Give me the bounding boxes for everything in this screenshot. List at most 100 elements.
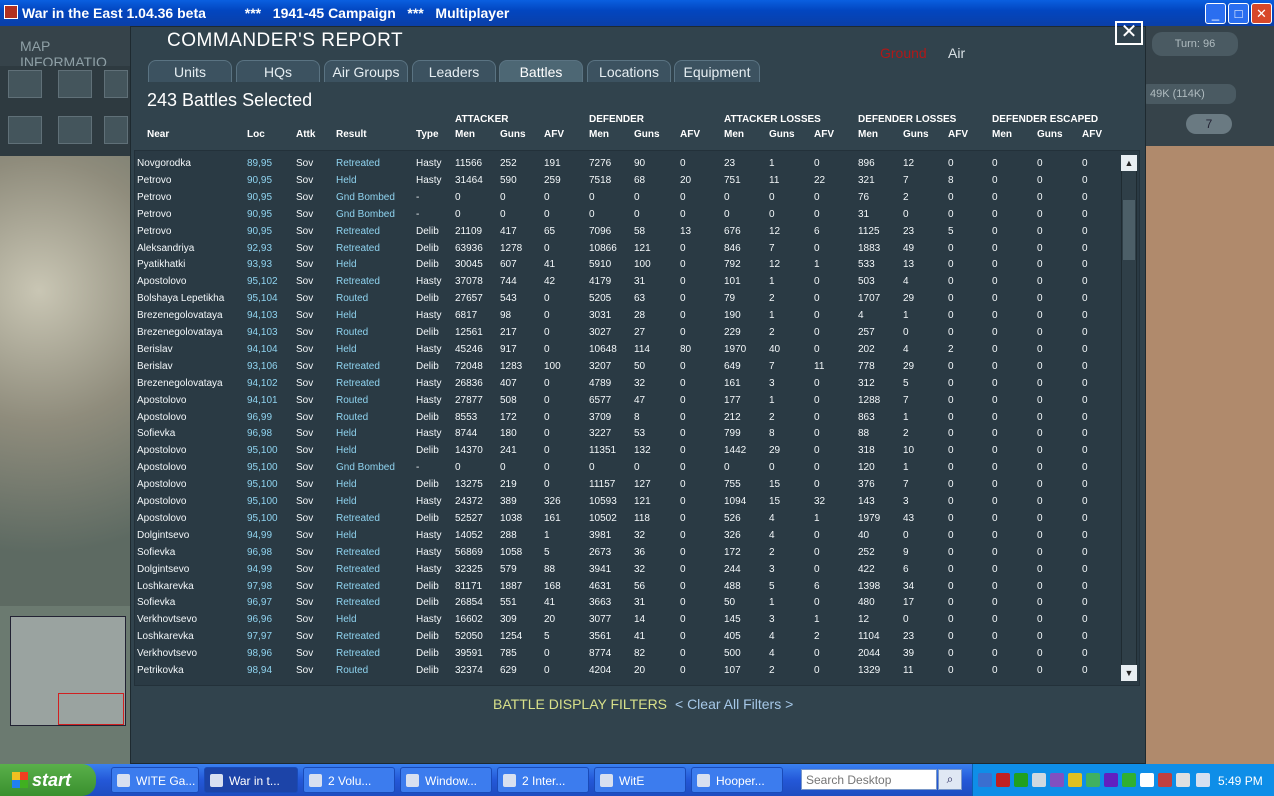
search-icon[interactable]: ⌕ [938,769,962,790]
col-header-attk[interactable]: Attk [296,129,315,140]
table-row[interactable]: Aleksandriya 92,93 Sov Retreated Delib 63936 1… [0,241,1088,258]
stack-icon[interactable] [8,70,42,98]
table-row[interactable]: Petrovo 90,95 Sov Retreated Delib 21109 417 65 7… [0,224,1088,241]
tab-leaders[interactable]: Leaders [412,60,496,82]
table-row[interactable]: Sofievka 96,98 Sov Held Hasty 8744 180 0 3227 53 0… [0,426,1088,443]
tab-equipment[interactable]: Equipment [674,60,760,82]
table-row[interactable]: Apostolovo 95,102 Sov Retreated Hasty 37078 74… [0,274,1088,291]
rail-icon[interactable] [58,116,92,144]
tray-volume-icon[interactable] [1176,773,1190,787]
tray-arrow-icon[interactable] [978,773,992,787]
scroll-down-button[interactable]: ▼ [1121,665,1137,681]
taskbar-item-war-in-the-east[interactable]: War in t... [204,767,298,793]
table-row[interactable]: Petrovo 90,95 Sov Gnd Bombed - 0 0 0 0 0 0 0 0 0 76 2 0 0… [0,190,1088,207]
col-header-def-afv[interactable]: AFV [680,129,700,140]
col-header-loc[interactable]: Loc [247,129,265,140]
col-header-defloss-afv[interactable]: AFV [948,129,968,140]
table-row[interactable]: Loshkarevka 97,98 Sov Retreated Delib 81171 18… [0,579,1088,596]
table-row[interactable]: Brezenegolovataya 94,103 Sov Held Hasty 6817 9… [0,308,1088,325]
table-row[interactable]: Apostolovo 95,100 Sov Gnd Bombed - 0 0 0 0 0 0 0 0 0 1… [0,460,1088,477]
search-desktop-input[interactable] [801,769,937,790]
table-row[interactable]: Berislav 94,104 Sov Held Hasty 45246 917 0 10648… [0,342,1088,359]
ship-icon[interactable] [104,116,128,144]
col-header-attloss-afv[interactable]: AFV [814,129,834,140]
tray-shield-icon[interactable] [1068,773,1082,787]
tab-locations[interactable]: Locations [587,60,671,82]
tray-app-icon[interactable] [1158,773,1172,787]
col-header-def-guns[interactable]: Guns [634,129,660,140]
window-close-button[interactable]: ✕ [1251,3,1272,24]
tray-gmail-icon[interactable] [1140,773,1154,787]
taskbar-item-internet[interactable]: 2 Inter... [497,767,589,793]
air-toggle[interactable]: Air [948,45,965,61]
table-row[interactable]: Verkhovtsevo 98,96 Sov Retreated Delib 39591 7… [0,646,1088,663]
col-header-near[interactable]: Near [147,129,169,140]
table-row[interactable]: Brezenegolovataya 94,102 Sov Retreated Hasty… [0,376,1088,393]
table-row[interactable]: Berislav 93,106 Sov Retreated Delib 72048 1283… [0,359,1088,376]
tab-hqs[interactable]: HQs [236,60,320,82]
col-header-defloss-guns[interactable]: Guns [903,129,929,140]
table-row[interactable]: Apostolovo 95,100 Sov Held Delib 13275 219 0 111… [0,477,1088,494]
table-row[interactable]: Petrovo 90,95 Sov Gnd Bombed - 0 0 0 0 0 0 0 0 0 31 0 0 0… [0,207,1088,224]
tray-app-icon[interactable] [1050,773,1064,787]
table-row[interactable]: Brezenegolovataya 94,103 Sov Routed Delib 125… [0,325,1088,342]
minimize-button[interactable]: _ [1205,3,1226,24]
col-header-att-men[interactable]: Men [455,129,475,140]
table-row[interactable]: Petrovo 90,95 Sov Held Hasty 31464 590 259 7518 6… [0,173,1088,190]
minimap-viewport[interactable] [58,693,124,725]
units-icon[interactable] [58,70,92,98]
table-row[interactable]: Apostolovo 95,100 Sov Retreated Delib 52527 10… [0,511,1088,528]
table-row[interactable]: Bolshaya Lepetikha 95,104 Sov Routed Delib 27… [0,291,1088,308]
gear-icon[interactable] [104,70,128,98]
tray-app-icon[interactable] [1122,773,1136,787]
battle-display-filters-link[interactable]: BATTLE DISPLAY FILTERS [493,696,667,712]
col-header-att-afv[interactable]: AFV [544,129,564,140]
tab-battles[interactable]: Battles [499,60,583,82]
table-row[interactable]: Apostolovo 96,99 Sov Routed Delib 8553 172 0 370… [0,410,1088,427]
col-header-esc-guns[interactable]: Guns [1037,129,1063,140]
table-row[interactable]: Dolgintsevo 94,99 Sov Held Hasty 14052 288 1 398… [0,528,1088,545]
col-header-esc-men[interactable]: Men [992,129,1012,140]
col-header-def-men[interactable]: Men [589,129,609,140]
scroll-up-button[interactable]: ▲ [1121,155,1137,171]
maximize-button[interactable]: □ [1228,3,1249,24]
ground-toggle[interactable]: Ground [880,45,927,61]
col-header-defloss-men[interactable]: Men [858,129,878,140]
tray-app-icon[interactable] [1086,773,1100,787]
taskbar-item-windows[interactable]: Window... [400,767,492,793]
tray-network-icon[interactable] [1032,773,1046,787]
col-header-esc-afv[interactable]: AFV [1082,129,1102,140]
col-header-attloss-men[interactable]: Men [724,129,744,140]
table-row[interactable]: Apostolovo 94,101 Sov Routed Hasty 27877 508 0 6… [0,393,1088,410]
table-row[interactable]: Sofievka 96,97 Sov Retreated Delib 26854 551 41… [0,595,1088,612]
tray-app-icon[interactable] [996,773,1010,787]
tray-app-icon[interactable] [1014,773,1028,787]
table-row[interactable]: Verkhovtsevo 96,96 Sov Held Hasty 16602 309 20 3… [0,612,1088,629]
table-row[interactable]: Sofievka 96,98 Sov Retreated Hasty 56869 1058 5… [0,545,1088,562]
table-row[interactable]: Novgorodka 89,95 Sov Retreated Hasty 11566 252… [0,156,1088,173]
report-close-button[interactable]: ✕ [1115,21,1143,45]
table-row[interactable]: Apostolovo 95,100 Sov Held Hasty 24372 389 326 1… [0,494,1088,511]
taskbar-item-volumes[interactable]: 2 Volu... [303,767,395,793]
col-header-attloss-guns[interactable]: Guns [769,129,795,140]
table-row[interactable]: Pyatikhatki 93,93 Sov Held Delib 30045 607 41 59… [0,257,1088,274]
scrollbar-thumb[interactable] [1123,200,1135,260]
col-header-att-guns[interactable]: Guns [500,129,526,140]
clear-all-filters-link[interactable]: < Clear All Filters > [675,696,793,712]
tab-air-groups[interactable]: Air Groups [324,60,408,82]
col-header-type[interactable]: Type [416,129,439,140]
road-icon[interactable] [8,116,42,144]
tab-units[interactable]: Units [148,60,232,82]
table-row[interactable]: Loshkarevka 97,97 Sov Retreated Delib 52050 12… [0,629,1088,646]
start-button[interactable]: start [0,764,96,796]
tray-app-icon[interactable] [1196,773,1210,787]
taskbar-item-wite-game[interactable]: WITE Ga... [111,767,199,793]
table-row[interactable]: Petrikovka 98,94 Sov Routed Delib 32374 629 0 42… [0,663,1088,680]
table-row[interactable]: Apostolovo 95,100 Sov Held Delib 14370 241 0 113… [0,443,1088,460]
table-row[interactable]: Dolgintsevo 94,99 Sov Retreated Hasty 32325 57… [0,562,1088,579]
stack-count-pill[interactable]: 7 [1186,114,1232,134]
taskbar-item-wite-folder[interactable]: WitE [594,767,686,793]
taskbar-item-hooper[interactable]: Hooper... [691,767,783,793]
col-header-result[interactable]: Result [336,129,367,140]
tray-app-icon[interactable] [1104,773,1118,787]
